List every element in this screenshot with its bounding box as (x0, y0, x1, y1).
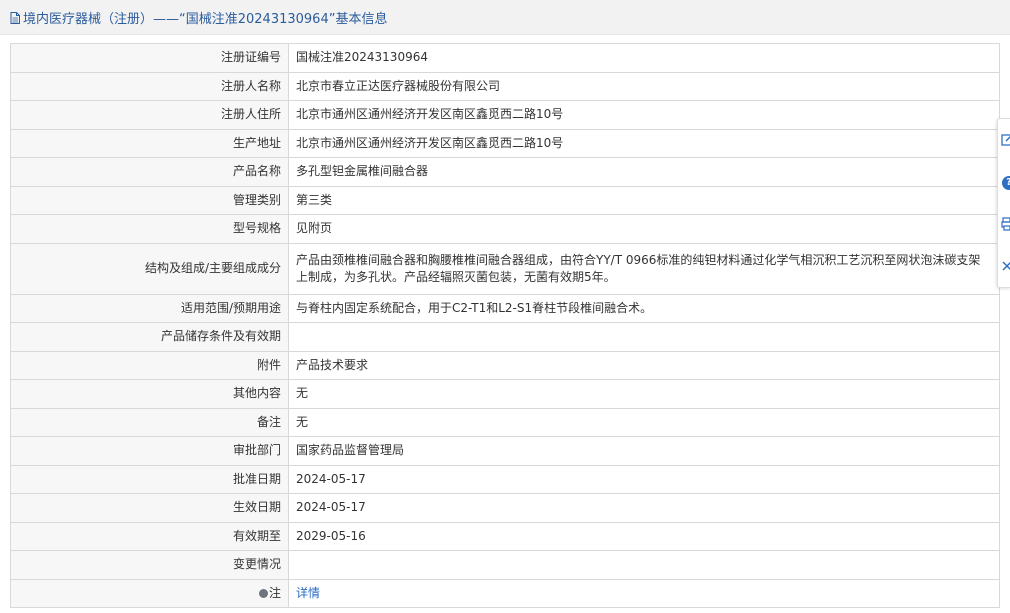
row-label-storage: 产品储存条件及有效期 (10, 322, 289, 352)
row-label-management-class: 管理类别 (10, 185, 289, 215)
row-value-model-spec: 见附页 (288, 214, 1000, 244)
table-row: 审批部门 国家药品监督管理局 (10, 436, 1000, 466)
table-row: 生效日期 2024-05-17 (10, 493, 1000, 523)
details-link[interactable]: 详情 (296, 586, 320, 600)
table-row: 生产地址 北京市通州区通州经济开发区南区鑫觅西二路10号 (10, 128, 1000, 158)
table-row: 型号规格 见附页 (10, 214, 1000, 244)
page-title-text: 境内医疗器械（注册）——“国械注准20243130964”基本信息 (23, 12, 388, 27)
side-toolbar: ? (997, 118, 1010, 288)
row-value-approval-dept: 国家药品监督管理局 (288, 436, 1000, 466)
row-label-changes: 变更情况 (10, 550, 289, 580)
row-label-production-address: 生产地址 (10, 128, 289, 158)
table-row: 产品储存条件及有效期 (10, 322, 1000, 352)
row-value-production-address: 北京市通州区通州经济开发区南区鑫觅西二路10号 (288, 128, 1000, 158)
row-label-other: 其他内容 (10, 379, 289, 409)
table-row: 产品名称 多孔型钽金属椎间融合器 (10, 157, 1000, 187)
row-label-product-name: 产品名称 (10, 157, 289, 187)
row-label-remarks: 备注 (10, 407, 289, 437)
row-value-approval-date: 2024-05-17 (288, 464, 1000, 494)
table-row: 结构及组成/主要组成成分 产品由颈椎椎间融合器和胸腰椎椎间融合器组成，由符合YY… (10, 242, 1000, 295)
row-value-other: 无 (288, 379, 1000, 409)
row-value-remarks: 无 (288, 407, 1000, 437)
row-value-scope: 与脊柱内固定系统配合，用于C2-T1和L2-S1脊柱节段椎间融合术。 (288, 293, 1000, 323)
row-value-registrant-address: 北京市通州区通州经济开发区南区鑫觅西二路10号 (288, 100, 1000, 130)
row-value-management-class: 第三类 (288, 185, 1000, 215)
table-row: 其他内容 无 (10, 379, 1000, 409)
row-label-registration-number: 注册证编号 (10, 43, 289, 73)
table-row: 适用范围/预期用途 与脊柱内固定系统配合，用于C2-T1和L2-S1脊柱节段椎间… (10, 293, 1000, 323)
row-label-structure: 结构及组成/主要组成成分 (10, 242, 289, 295)
row-label-registrant-name: 注册人名称 (10, 71, 289, 101)
row-label-approval-date: 批准日期 (10, 464, 289, 494)
row-label-registrant-address: 注册人住所 (10, 100, 289, 130)
row-label-note-text: 注 (268, 585, 281, 600)
page-header: 境内医疗器械（注册）——“国械注准20243130964”基本信息 (0, 0, 1010, 35)
row-label-approval-dept: 审批部门 (10, 436, 289, 466)
row-label-attachment: 附件 (10, 350, 289, 380)
row-value-expiry-date: 2029-05-16 (288, 521, 1000, 551)
row-value-attachment: 产品技术要求 (288, 350, 1000, 380)
row-label-model-spec: 型号规格 (10, 214, 289, 244)
globe-icon (258, 588, 268, 598)
row-value-registrant-name: 北京市春立正达医疗器械股份有限公司 (288, 71, 1000, 101)
row-label-scope: 适用范围/预期用途 (10, 293, 289, 323)
table-row: 备注 无 (10, 407, 1000, 437)
table-row: 注册证编号 国械注准20243130964 (10, 43, 1000, 73)
close-icon[interactable] (1001, 259, 1010, 273)
row-value-effective-date: 2024-05-17 (288, 493, 1000, 523)
table-row: 批准日期 2024-05-17 (10, 464, 1000, 494)
document-icon (10, 11, 20, 24)
page-title: 境内医疗器械（注册）——“国械注准20243130964”基本信息 (10, 8, 387, 27)
row-value-registration-number: 国械注准20243130964 (288, 43, 1000, 73)
info-table-wrapper: 注册证编号 国械注准20243130964 注册人名称 北京市春立正达医疗器械股… (10, 43, 1000, 608)
edit-icon[interactable] (1001, 133, 1010, 147)
info-table: 注册证编号 国械注准20243130964 注册人名称 北京市春立正达医疗器械股… (10, 43, 1000, 608)
table-row: 附件 产品技术要求 (10, 350, 1000, 380)
table-row: 注册人住所 北京市通州区通州经济开发区南区鑫觅西二路10号 (10, 100, 1000, 130)
row-label-note: 注 (10, 578, 289, 608)
help-icon[interactable]: ? (1002, 176, 1010, 190)
table-row: 管理类别 第三类 (10, 185, 1000, 215)
table-row: 注册人名称 北京市春立正达医疗器械股份有限公司 (10, 71, 1000, 101)
row-value-changes (288, 550, 1000, 580)
print-icon[interactable] (1001, 217, 1010, 231)
row-label-expiry-date: 有效期至 (10, 521, 289, 551)
row-value-product-name: 多孔型钽金属椎间融合器 (288, 157, 1000, 187)
row-label-effective-date: 生效日期 (10, 493, 289, 523)
row-value-structure: 产品由颈椎椎间融合器和胸腰椎椎间融合器组成，由符合YY/T 0966标准的纯钽材… (288, 242, 1000, 295)
row-value-storage (288, 322, 1000, 352)
table-row: 有效期至 2029-05-16 (10, 521, 1000, 551)
table-row: 注 详情 (10, 578, 1000, 608)
row-value-note: 详情 (288, 578, 1000, 608)
table-row: 变更情况 (10, 550, 1000, 580)
